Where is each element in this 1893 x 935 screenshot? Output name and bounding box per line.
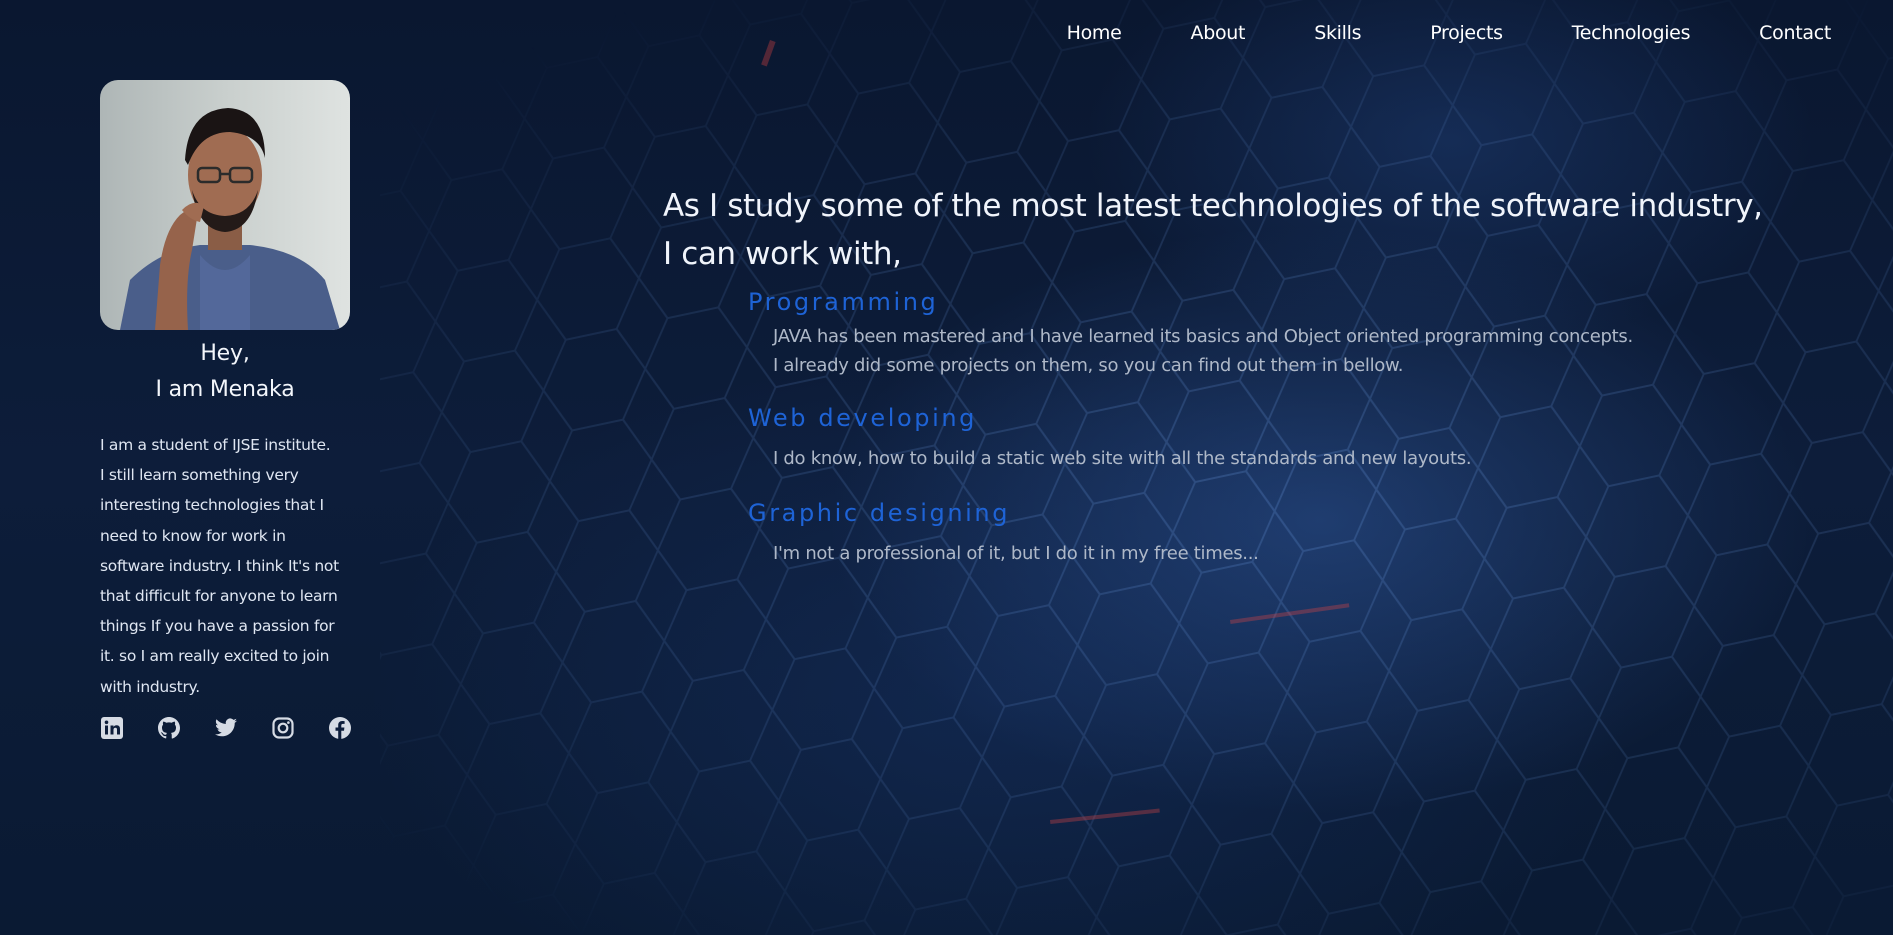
profile-card: Hey, I am Menaka I am a student of IJSE …	[100, 80, 350, 702]
section-line: I do know, how to build a static web sit…	[773, 448, 1472, 469]
avatar	[100, 80, 350, 330]
bio-line2: I still learn something very interesting…	[100, 466, 339, 696]
section-line: JAVA has been mastered and I have learne…	[773, 326, 1633, 347]
nav-contact-link[interactable]: Contact	[1759, 22, 1831, 44]
skills-overview: As I study some of the most latest techn…	[663, 182, 1763, 568]
bio-line1: I am a student of IJSE institute.	[100, 436, 331, 454]
nav-skills-link[interactable]: Skills	[1314, 22, 1361, 44]
greeting-name: I am Menaka	[155, 377, 295, 402]
web-developing-section: Web developing I do know, how to build a…	[748, 400, 1763, 473]
social-links	[100, 716, 352, 740]
intro-heading: As I study some of the most latest techn…	[663, 182, 1763, 278]
nav-projects-link[interactable]: Projects	[1430, 22, 1503, 44]
section-title: Graphic designing	[748, 499, 1011, 527]
section-title: Programming	[748, 288, 939, 316]
greeting-line1: Hey,	[200, 341, 250, 366]
programming-section: Programming JAVA has been mastered and I…	[748, 284, 1763, 380]
nav-home-link[interactable]: Home	[1067, 22, 1122, 44]
section-line: I already did some projects on them, so …	[773, 355, 1404, 376]
intro-line1: As I study some of the most latest techn…	[663, 188, 1763, 224]
greeting: Hey, I am Menaka	[100, 336, 350, 408]
section-text: I'm not a professional of it, but I do i…	[773, 539, 1763, 568]
section-title: Web developing	[748, 404, 978, 432]
intro-line2: I can work with,	[663, 236, 902, 272]
section-text: JAVA has been mastered and I have learne…	[773, 322, 1763, 380]
github-icon[interactable]	[157, 716, 181, 740]
twitter-icon[interactable]	[214, 716, 238, 740]
linkedin-icon[interactable]	[100, 716, 124, 740]
facebook-icon[interactable]	[328, 716, 352, 740]
section-line: I'm not a professional of it, but I do i…	[773, 543, 1259, 564]
nav-technologies-link[interactable]: Technologies	[1572, 22, 1691, 44]
nav-about-link[interactable]: About	[1191, 22, 1246, 44]
main-nav: Home About Skills Projects Technologies …	[998, 22, 1832, 44]
instagram-icon[interactable]	[271, 716, 295, 740]
section-text: I do know, how to build a static web sit…	[773, 444, 1763, 473]
graphic-designing-section: Graphic designing I'm not a professional…	[748, 495, 1763, 568]
bio: I am a student of IJSE institute. I stil…	[100, 430, 350, 702]
